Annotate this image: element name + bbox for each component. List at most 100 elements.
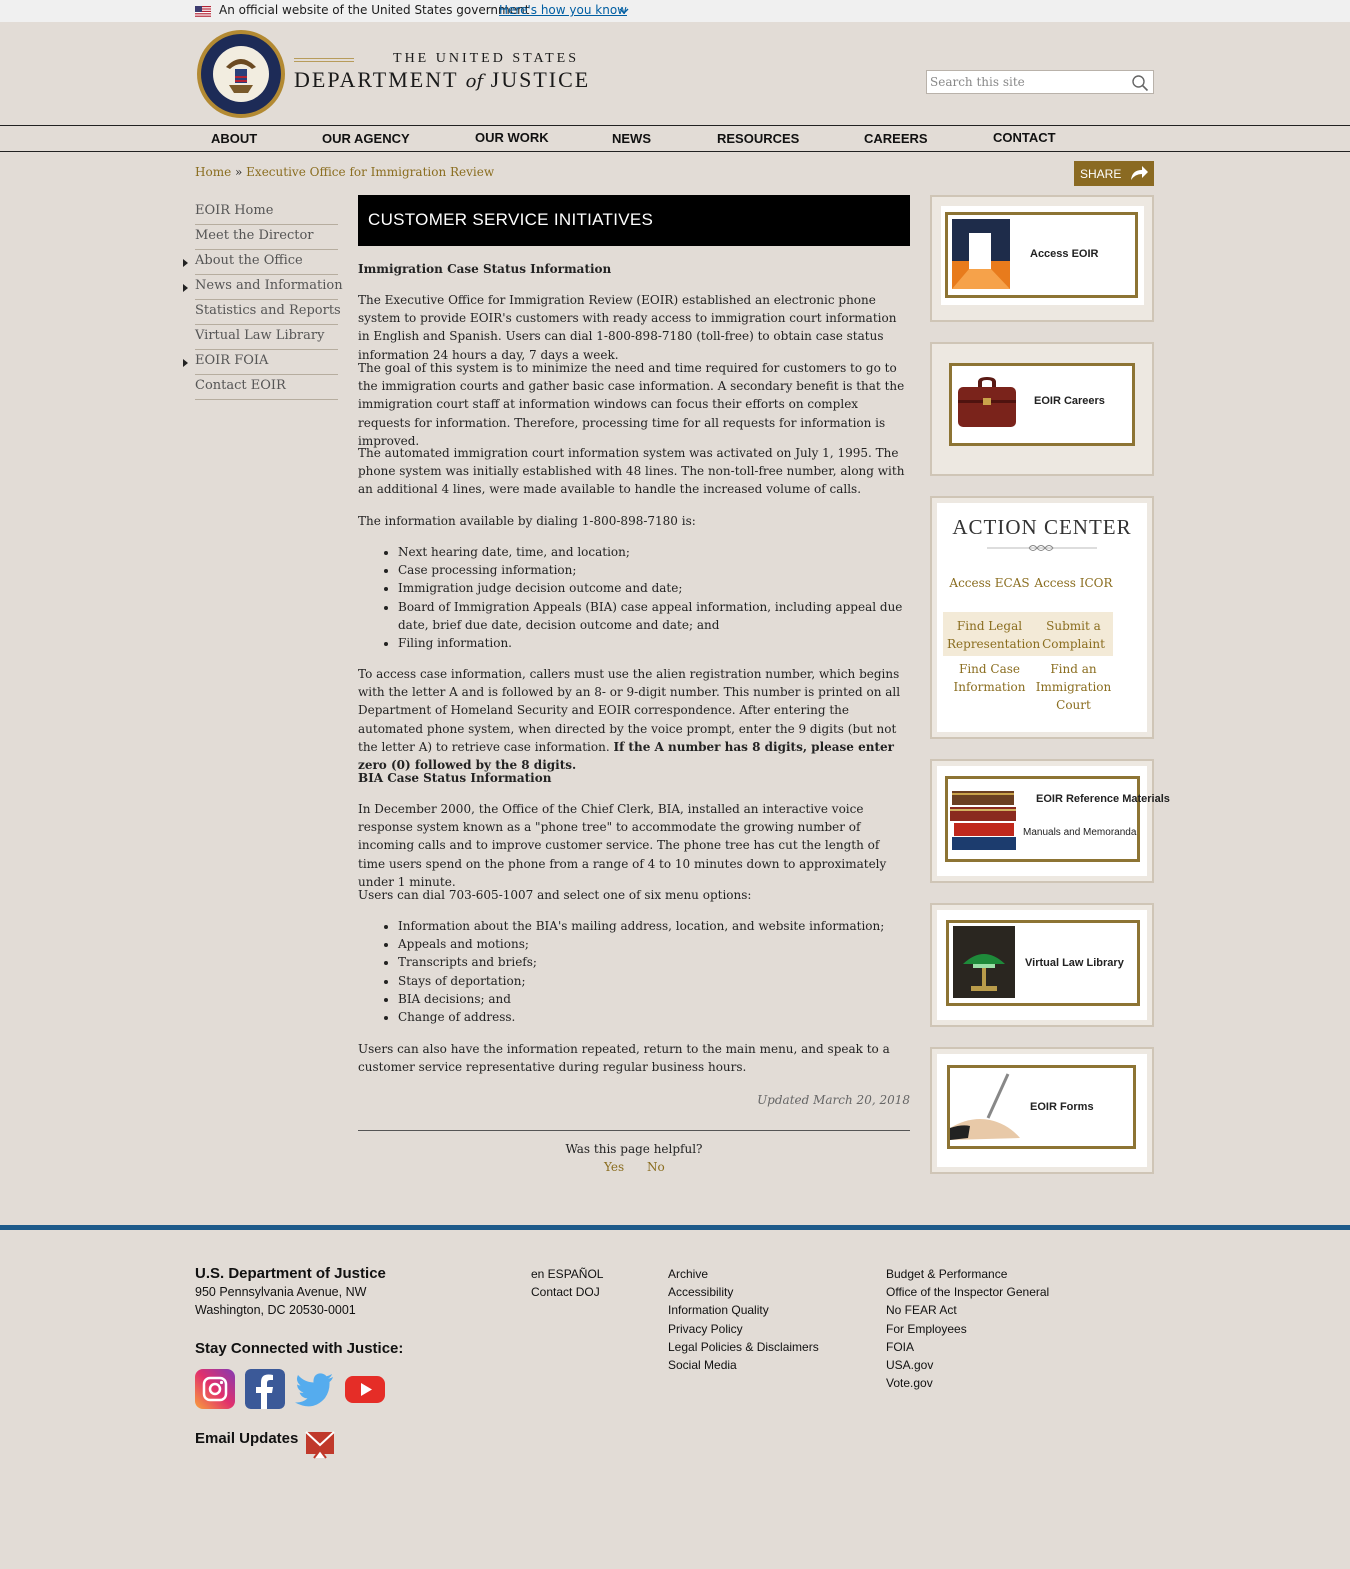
gov-banner: An official website of the United States… [0,0,1350,22]
search-input[interactable] [930,73,1126,91]
eoir-careers-label: EOIR Careers [1034,395,1105,407]
title-line2: DEPARTMENT of JUSTICE [294,67,591,92]
eoir-forms-label: EOIR Forms [1030,1101,1094,1113]
virtual-law-library-panel: Virtual Law Library [930,903,1154,1027]
footer-link-no-fear-act[interactable]: No FEAR Act [886,1301,1049,1319]
footer-link-archive[interactable]: Archive [668,1265,819,1283]
eoir-forms-banner[interactable]: EOIR Forms [947,1065,1136,1149]
nav-about[interactable]: ABOUT [211,131,257,146]
left-nav-item[interactable]: Virtual Law Library [195,325,338,350]
left-nav: EOIR Home Meet the Director About the Of… [183,200,343,400]
footer-link-espanol[interactable]: en ESPAÑOL [531,1265,603,1283]
left-nav-item[interactable]: EOIR FOIA [183,350,338,375]
youtube-icon[interactable] [345,1369,385,1409]
stay-connected-heading: Stay Connected with Justice: [195,1340,404,1357]
helpful-yes-link[interactable]: Yes [604,1160,624,1174]
nav-news[interactable]: NEWS [612,131,651,146]
share-arrow-icon [1131,166,1148,180]
access-eoir-banner[interactable]: Access EOIR [945,212,1138,298]
footer-col-2: Archive Accessibility Information Qualit… [668,1265,819,1374]
nav-our-work[interactable]: OUR WORK [475,130,549,145]
instagram-icon[interactable] [195,1369,235,1409]
footer-link-budget[interactable]: Budget & Performance [886,1265,1049,1283]
find-legal-representation-link[interactable]: Find Legal Representation [947,617,1040,653]
footer-col-1: en ESPAÑOL Contact DOJ [531,1265,603,1301]
footer-org-name: U.S. Department of Justice [195,1265,386,1282]
briefcase-icon [958,377,1016,427]
list-item: Stays of deportation; [398,972,908,990]
access-eoir-panel: Access EOIR [930,195,1154,322]
list-item: Filing information. [398,634,908,652]
helpful-no-link[interactable]: No [647,1160,665,1174]
action-center-title: ACTION CENTER [952,515,1132,539]
title-line1: THE UNITED STATES [393,51,579,66]
list-item: Next hearing date, time, and location; [398,543,908,561]
reference-materials-label: EOIR Reference Materials [1036,793,1170,805]
twitter-icon[interactable] [295,1369,335,1409]
virtual-law-library-label: Virtual Law Library [1025,957,1124,969]
nav-our-agency[interactable]: OUR AGENCY [322,131,410,146]
list-item: Appeals and motions; [398,935,908,953]
footer-link-for-employees[interactable]: For Employees [886,1320,1049,1338]
paragraph: In December 2000, the Office of the Chie… [358,802,887,889]
footer-link-social-media[interactable]: Social Media [668,1356,819,1374]
footer-link-privacy-policy[interactable]: Privacy Policy [668,1320,819,1338]
left-nav-item[interactable]: Meet the Director [195,225,338,250]
share-button[interactable]: SHARE [1074,161,1154,186]
search-icon[interactable] [1131,74,1149,92]
doj-seal-logo[interactable] [196,29,286,119]
access-icor-link[interactable]: Access ICOR [1031,574,1116,592]
virtual-law-library-banner[interactable]: Virtual Law Library [946,920,1140,1006]
submit-complaint-link[interactable]: Submit a Complaint [1031,617,1116,653]
email-envelope-icon[interactable] [304,1428,336,1460]
nav-careers[interactable]: CAREERS [864,131,928,146]
find-case-information-link[interactable]: Find Case Information [947,660,1032,696]
expand-arrow-icon[interactable] [183,359,188,367]
find-immigration-court-link[interactable]: Find an Immigration Court [1031,660,1116,714]
how-you-know-link[interactable]: Here's how you know [499,3,627,17]
footer-link-information-quality[interactable]: Information Quality [668,1301,819,1319]
access-eoir-label: Access EOIR [1030,248,1099,260]
main-content: CUSTOMER SERVICE INITIATIVES Immigration… [358,195,910,1174]
nav-contact[interactable]: CONTACT [993,130,1056,145]
left-nav-item[interactable]: Contact EOIR [195,375,338,400]
footer-link-legal-policies[interactable]: Legal Policies & Disclaimers [668,1338,819,1356]
facebook-icon[interactable] [245,1369,285,1409]
expand-arrow-icon[interactable] [183,284,188,292]
footer-link-vote-gov[interactable]: Vote.gov [886,1374,1049,1392]
footer-link-foia[interactable]: FOIA [886,1338,1049,1356]
left-nav-item[interactable]: Statistics and Reports [195,300,341,325]
nav-resources[interactable]: RESOURCES [717,131,799,146]
eoir-careers-banner[interactable]: EOIR Careers [949,363,1135,446]
expand-arrow-icon[interactable] [183,259,188,267]
footer-link-contact-doj[interactable]: Contact DOJ [531,1283,603,1301]
paragraph: Users can also have the information repe… [358,1042,890,1075]
access-ecas-link[interactable]: Access ECAS [947,574,1032,592]
action-center-panel: ACTION CENTER Access ECAS Access ICOR Fi… [930,496,1154,739]
footer-address-line2: Washington, DC 20530-0001 [195,1303,356,1317]
eoir-careers-panel: EOIR Careers [930,342,1154,476]
info-list-1: Next hearing date, time, and location; C… [398,543,908,652]
list-item: Information about the BIA's mailing addr… [398,917,908,935]
chevron-down-icon[interactable] [619,6,629,16]
official-site-text: An official website of the United States… [219,3,530,17]
breadcrumb: Home » Executive Office for Immigration … [195,165,494,179]
footer-link-accessibility[interactable]: Accessibility [668,1283,819,1301]
left-nav-item[interactable]: EOIR Home [195,200,338,225]
paragraph: The information available by dialing 1-8… [358,514,696,528]
breadcrumb-home[interactable]: Home [195,165,231,179]
email-updates-link[interactable]: Email Updates [195,1430,298,1447]
signing-hand-icon [950,1073,1020,1140]
breadcrumb-current[interactable]: Executive Office for Immigration Review [246,165,494,179]
left-nav-item[interactable]: About the Office [183,250,338,275]
footer-address-line1: 950 Pennsylvania Avenue, NW [195,1285,367,1299]
paragraph: The Executive Office for Immigration Rev… [358,293,897,362]
reference-materials-panel: EOIR Reference Materials Manuals and Mem… [930,759,1170,883]
left-nav-item[interactable]: News and Information [183,275,343,300]
footer-link-usa-gov[interactable]: USA.gov [886,1356,1049,1374]
reference-materials-banner[interactable]: EOIR Reference Materials Manuals and Mem… [945,776,1170,862]
breadcrumb-separator: » [235,165,243,179]
list-item: Case processing information; [398,561,908,579]
paragraph: The goal of this system is to minimize t… [358,361,905,448]
footer-link-oig[interactable]: Office of the Inspector General [886,1283,1049,1301]
